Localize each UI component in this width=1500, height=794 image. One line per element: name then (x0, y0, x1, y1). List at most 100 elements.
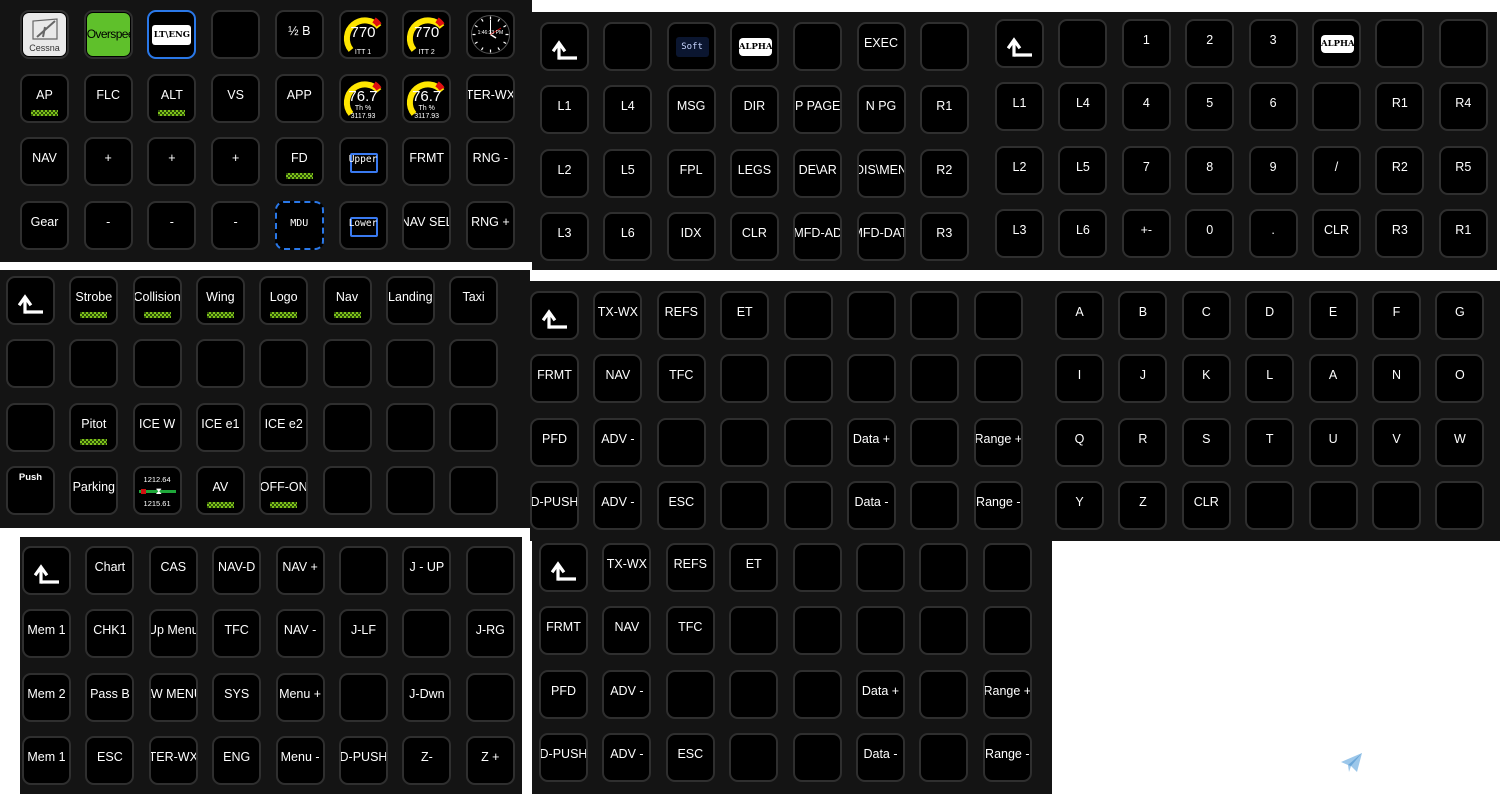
key-mfd-ad[interactable]: MFD-AD (793, 211, 843, 261)
key-frmt[interactable]: FRMT (530, 354, 579, 404)
key-tfc[interactable]: TFC (212, 609, 262, 659)
back-button[interactable] (995, 19, 1044, 68)
key-refs[interactable]: REFS (665, 543, 715, 592)
key-pass-b[interactable]: Pass B (85, 672, 135, 722)
key-l5[interactable]: L5 (603, 148, 653, 198)
key-r2[interactable]: R2 (1375, 145, 1425, 195)
key-alt[interactable]: ALT (147, 73, 197, 123)
key-exec[interactable]: EXEC (856, 22, 906, 71)
key-ice-w[interactable]: ICE W (132, 402, 182, 452)
back-button[interactable] (539, 543, 588, 592)
key-clr[interactable]: CLR (1312, 208, 1361, 258)
key-j-dwn[interactable]: J-Dwn (402, 672, 452, 722)
key-a[interactable]: A (1308, 354, 1358, 404)
key-mfd-data[interactable]: MFD-DATA (856, 211, 906, 261)
key-l5[interactable]: L5 (1058, 145, 1108, 195)
key-nav[interactable]: NAV (20, 137, 69, 186)
key-key[interactable]: - (211, 200, 261, 250)
key-strobe[interactable]: Strobe (69, 276, 119, 325)
key-pfd[interactable]: PFD (539, 669, 588, 719)
key-av[interactable]: AV (195, 465, 245, 515)
key-eng[interactable]: ENG (212, 735, 262, 785)
key-lt-eng[interactable]: LT\ENG (147, 10, 197, 59)
key-8[interactable]: 8 (1185, 145, 1235, 195)
key-gauge[interactable]: 770 ITT 2 (402, 10, 452, 59)
key-5[interactable]: 5 (1185, 82, 1235, 132)
key-b[interactable]: B (1118, 291, 1168, 340)
key-i[interactable]: I (1055, 354, 1104, 404)
key-tfc[interactable]: TFC (656, 354, 706, 404)
key-legs[interactable]: LEGS (729, 148, 779, 198)
key-range[interactable]: Range + (973, 417, 1023, 467)
key-app[interactable]: APP (274, 73, 324, 123)
key-j-lf[interactable]: J-LF (339, 609, 388, 659)
key-de-ar[interactable]: DE\AR (793, 148, 843, 198)
key-esc[interactable]: ESC (656, 480, 706, 530)
key-g[interactable]: G (1435, 291, 1485, 340)
key-l6[interactable]: L6 (603, 211, 653, 261)
key-key[interactable]: / (1312, 145, 1361, 195)
key-r1[interactable]: R1 (1375, 82, 1425, 132)
key-n-pg[interactable]: N PG (856, 85, 906, 135)
key-refs[interactable]: REFS (656, 291, 706, 340)
key-baro[interactable]: 1212.64 ⧗ 1215.61 (132, 465, 182, 515)
key-d-push[interactable]: D-PUSH (339, 735, 388, 785)
key-s[interactable]: S (1181, 417, 1231, 467)
key-off-on[interactable]: OFF-ON (259, 465, 309, 515)
key-frmt[interactable]: FRMT (539, 606, 588, 656)
key-6[interactable]: 6 (1248, 82, 1298, 132)
key-chart[interactable]: Chart (85, 546, 135, 595)
key-n[interactable]: N (1372, 354, 1421, 404)
key-rng[interactable]: RNG - (465, 137, 515, 186)
key-alpha[interactable]: ALPHA (729, 22, 779, 71)
key-q[interactable]: Q (1055, 417, 1104, 467)
key-key[interactable]: +- (1121, 208, 1171, 258)
key-nav[interactable]: NAV (593, 354, 643, 404)
key-sys[interactable]: SYS (212, 672, 262, 722)
key-1-46-33-pm[interactable]: 1:46:33 PM (465, 10, 515, 59)
back-button[interactable] (530, 291, 579, 340)
key-rng[interactable]: RNG + (465, 200, 515, 250)
key-r5[interactable]: R5 (1438, 145, 1488, 195)
key-l4[interactable]: L4 (1058, 82, 1108, 132)
key-f[interactable]: F (1372, 291, 1421, 340)
key-gear[interactable]: Gear (20, 200, 69, 250)
key-tfc[interactable]: TFC (665, 606, 715, 656)
key-esc[interactable]: ESC (85, 735, 135, 785)
key-j-up[interactable]: J - UP (402, 546, 452, 595)
key-r4[interactable]: R4 (1438, 82, 1488, 132)
key-et[interactable]: ET (729, 543, 779, 592)
key-1[interactable]: 1 (1121, 19, 1171, 68)
key-l6[interactable]: L6 (1058, 208, 1108, 258)
key-esc[interactable]: ESC (665, 732, 715, 782)
key-r3[interactable]: R3 (919, 211, 969, 261)
key-u[interactable]: U (1308, 417, 1358, 467)
key-tx-wx[interactable]: TX-WX (593, 291, 643, 340)
key-data[interactable]: Data + (847, 417, 896, 467)
key-l4[interactable]: L4 (603, 85, 653, 135)
key-z[interactable]: Z + (465, 735, 515, 785)
key-z[interactable]: Z (1118, 480, 1168, 530)
key-adv[interactable]: ADV - (593, 417, 643, 467)
key-gauge[interactable]: 770 ITT 1 (338, 10, 388, 59)
key-nav-d[interactable]: NAV-D (212, 546, 262, 595)
key-o[interactable]: O (1435, 354, 1485, 404)
key-c[interactable]: C (1181, 291, 1231, 340)
key-data[interactable]: Data - (847, 480, 896, 530)
key-a[interactable]: A (1055, 291, 1104, 340)
key-frmt[interactable]: FRMT (402, 137, 452, 186)
key-v[interactable]: V (1372, 417, 1421, 467)
key-range[interactable]: Range + (982, 669, 1032, 719)
key-overspeed[interactable]: Overspeed (83, 10, 133, 59)
key-fd[interactable]: FD (274, 137, 324, 186)
key-fpl[interactable]: FPL (666, 148, 716, 198)
key-key[interactable]: . (1248, 208, 1298, 258)
key-adv[interactable]: ADV - (602, 732, 652, 782)
key-ice-e1[interactable]: ICE e1 (195, 402, 245, 452)
key-clr[interactable]: CLR (729, 211, 779, 261)
key-ter-wx[interactable]: TER-WX (148, 735, 198, 785)
key-nav[interactable]: NAV - (275, 609, 325, 659)
key-data[interactable]: Data - (856, 732, 905, 782)
key-mem-1[interactable]: Mem 1 (22, 609, 71, 659)
key-gauge[interactable]: 76.7 Th % 3117.93 (338, 73, 388, 123)
